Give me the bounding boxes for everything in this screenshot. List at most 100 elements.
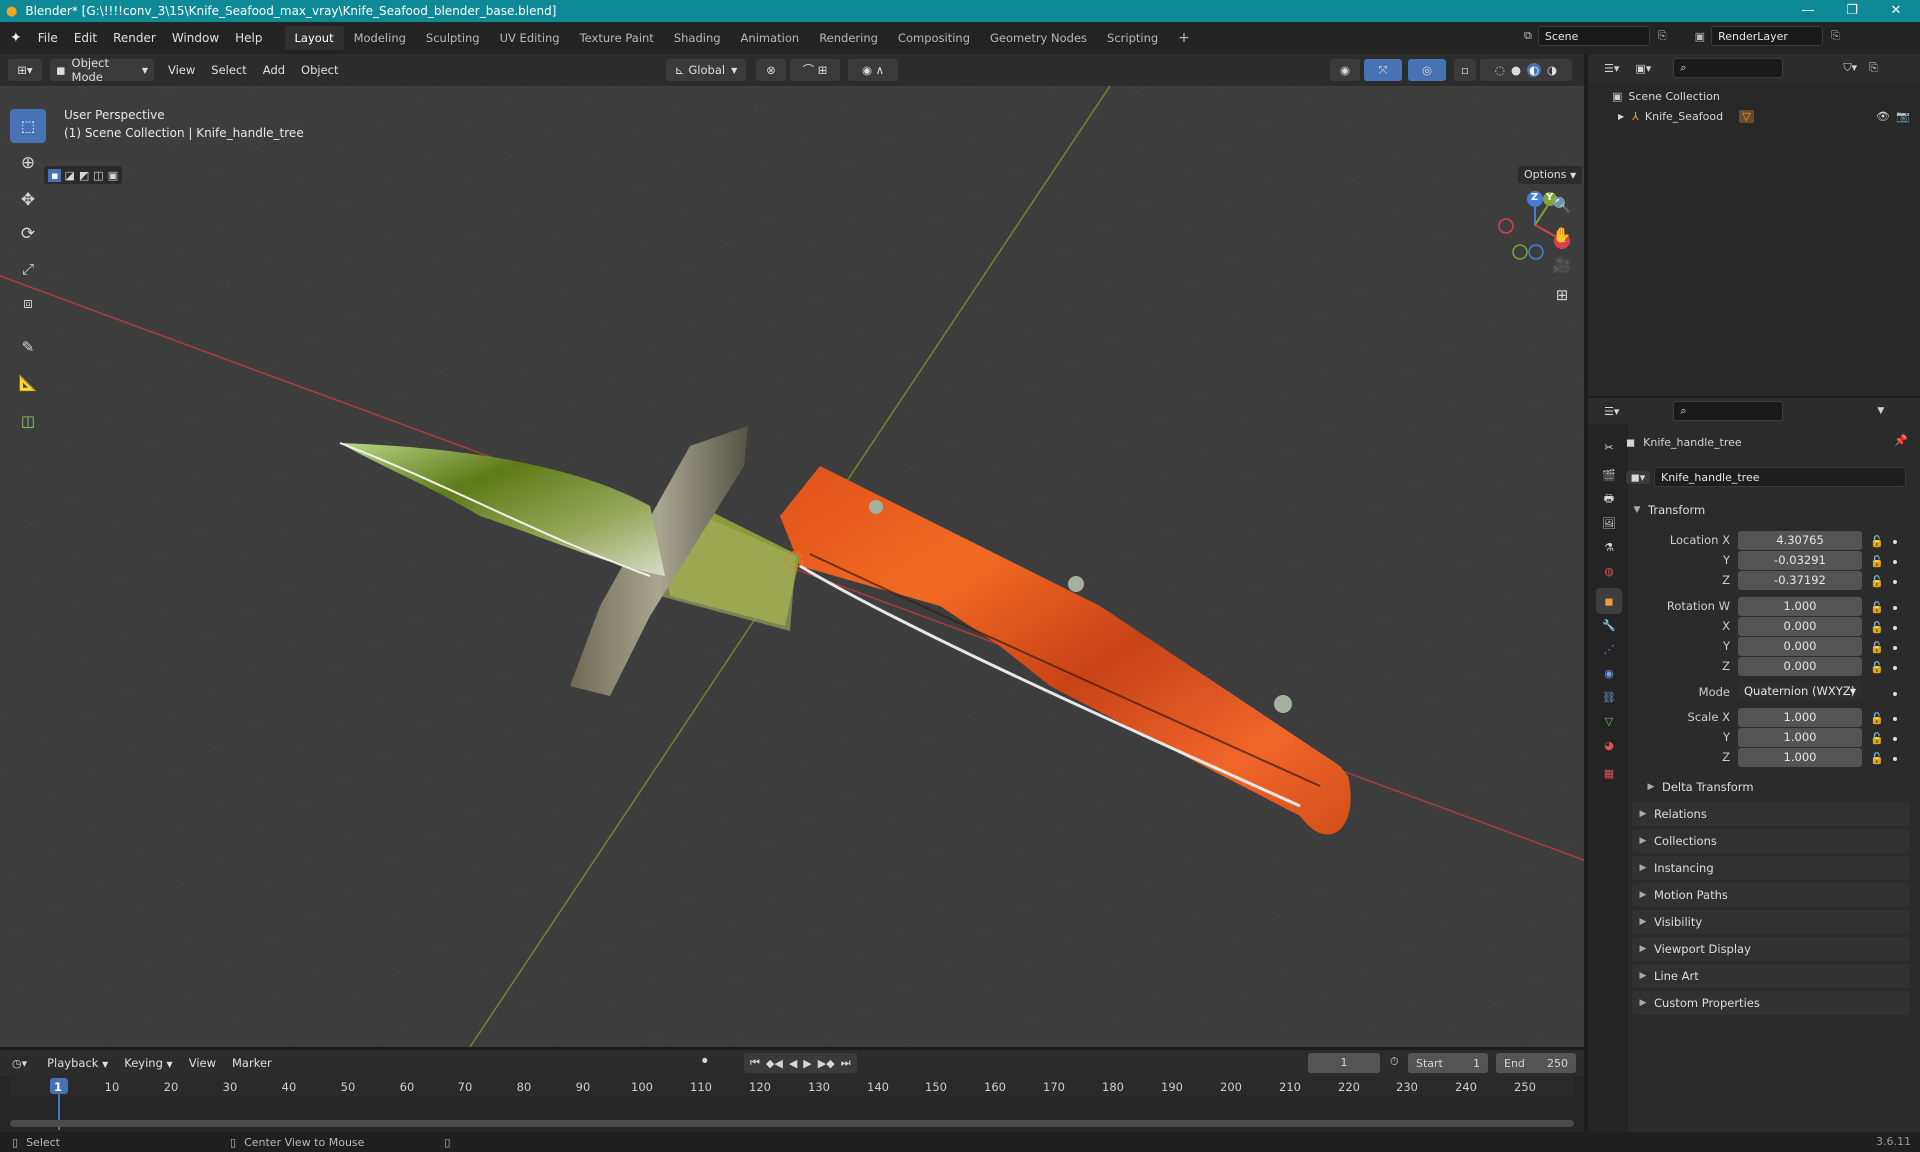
- object-name-input[interactable]: Knife_handle_tree: [1654, 467, 1906, 487]
- location-y-field[interactable]: -0.03291: [1738, 551, 1862, 570]
- pivot-point-button[interactable]: ⊗: [756, 59, 786, 81]
- camera-view-button[interactable]: 🎥: [1548, 251, 1576, 279]
- properties-editor-icon[interactable]: ☰▾: [1604, 405, 1619, 418]
- current-frame-field[interactable]: 1: [1308, 1053, 1380, 1073]
- panel-custom-properties[interactable]: ▶ Custom Properties: [1632, 991, 1910, 1015]
- lock-icon[interactable]: 🔓: [1870, 712, 1884, 725]
- close-button[interactable]: ✕: [1874, 0, 1918, 22]
- start-frame-field[interactable]: Start 1: [1408, 1053, 1488, 1073]
- select-intersect-icon[interactable]: ▣: [108, 169, 118, 182]
- keyframe-dot-icon[interactable]: [1893, 757, 1897, 761]
- object-mode-dropdown[interactable]: ◼ Object Mode ▼: [50, 56, 154, 84]
- outliner-editor-icon[interactable]: ☰▾: [1604, 62, 1619, 75]
- select-subtract-icon[interactable]: ◩: [79, 169, 89, 182]
- jump-start-icon[interactable]: ⏮: [750, 1056, 760, 1070]
- keyframe-dot-icon[interactable]: [1893, 540, 1897, 544]
- outliner-row-scene-collection[interactable]: ▣ Scene Collection: [1588, 86, 1920, 106]
- location-x-field[interactable]: 4.30765: [1738, 531, 1862, 550]
- keyframe-dot-icon[interactable]: [1893, 626, 1897, 630]
- stopwatch-icon[interactable]: ⏱: [1390, 1055, 1399, 1069]
- editor-type-button[interactable]: ⊞▾: [8, 59, 42, 81]
- panel-motion-paths[interactable]: ▶ Motion Paths: [1632, 883, 1910, 907]
- pin-icon[interactable]: 📌: [1894, 434, 1908, 447]
- wireframe-shading-icon[interactable]: ◌: [1495, 63, 1505, 77]
- panel-line-art[interactable]: ▶ Line Art: [1632, 964, 1910, 988]
- new-view-layer-icon[interactable]: ⎘: [1831, 29, 1840, 43]
- properties-search-input[interactable]: ⌕: [1673, 401, 1784, 421]
- minimize-button[interactable]: —: [1786, 0, 1830, 22]
- rendered-shading-icon[interactable]: ◑: [1547, 63, 1557, 77]
- select-new-icon[interactable]: ▪: [48, 168, 62, 182]
- rotation-mode-dropdown[interactable]: Quaternion (WXYZ) ▼: [1738, 682, 1862, 701]
- menu-timeline-view[interactable]: View: [181, 1056, 224, 1070]
- gizmo-toggle-button[interactable]: ⤧: [1364, 59, 1402, 81]
- material-shading-icon[interactable]: ◐: [1527, 63, 1542, 77]
- menu-render[interactable]: Render: [105, 31, 164, 45]
- auto-keying-icon[interactable]: ⏺: [702, 1054, 708, 1068]
- camera-render-icon[interactable]: 📷: [1896, 110, 1910, 123]
- tab-animation[interactable]: Animation: [731, 26, 810, 50]
- display-mode-icon[interactable]: ▣▾: [1635, 62, 1651, 75]
- timeline-editor-icon[interactable]: ◷▾: [12, 1057, 27, 1070]
- tab-output[interactable]: 🖶: [1596, 486, 1622, 512]
- menu-keying[interactable]: Keying ▼: [116, 1056, 180, 1070]
- menu-playback[interactable]: Playback ▼: [39, 1056, 116, 1070]
- maximize-button[interactable]: ❐: [1830, 0, 1874, 22]
- next-keyframe-icon[interactable]: ▶◆: [818, 1057, 835, 1070]
- keyframe-dot-icon[interactable]: [1893, 692, 1897, 696]
- tab-sculpting[interactable]: Sculpting: [416, 26, 490, 50]
- lock-icon[interactable]: 🔓: [1870, 752, 1884, 765]
- rotation-y-field[interactable]: 0.000: [1738, 637, 1862, 656]
- new-scene-icon[interactable]: ⎘: [1658, 29, 1667, 43]
- menu-edit[interactable]: Edit: [66, 31, 105, 45]
- pan-button[interactable]: ✋: [1548, 221, 1576, 249]
- scale-tool[interactable]: ⤢: [10, 252, 46, 286]
- tab-uv-editing[interactable]: UV Editing: [490, 26, 570, 50]
- play-reverse-icon[interactable]: ◀: [789, 1057, 797, 1070]
- tab-render[interactable]: 🎬: [1596, 462, 1622, 488]
- keyframe-dot-icon[interactable]: [1893, 666, 1897, 670]
- panel-visibility[interactable]: ▶ Visibility: [1632, 910, 1910, 934]
- chevron-down-icon[interactable]: ▼: [1877, 406, 1884, 416]
- lock-icon[interactable]: 🔓: [1870, 641, 1884, 654]
- snapping-button[interactable]: ⌒ ⊞: [790, 59, 840, 81]
- lock-icon[interactable]: 🔓: [1870, 535, 1884, 548]
- panel-relations[interactable]: ▶ Relations: [1632, 802, 1910, 826]
- tab-layout[interactable]: Layout: [284, 26, 344, 50]
- expand-chevron-icon[interactable]: ▶: [1618, 112, 1624, 121]
- options-dropdown[interactable]: Options ▼: [1518, 166, 1583, 184]
- keyframe-dot-icon[interactable]: [1893, 737, 1897, 741]
- select-extend-icon[interactable]: ◪: [64, 169, 74, 182]
- timeline-scrollbar[interactable]: [10, 1120, 1574, 1127]
- menu-select[interactable]: Select: [203, 63, 254, 77]
- scale-y-field[interactable]: 1.000: [1738, 728, 1862, 747]
- transform-tool[interactable]: ⧈: [10, 286, 46, 320]
- tab-compositing[interactable]: Compositing: [888, 26, 980, 50]
- play-icon[interactable]: ▶: [803, 1057, 811, 1070]
- keyframe-dot-icon[interactable]: [1893, 646, 1897, 650]
- tab-modeling[interactable]: Modeling: [344, 26, 416, 50]
- lock-icon[interactable]: 🔓: [1870, 621, 1884, 634]
- rotate-tool[interactable]: ⟳: [10, 217, 46, 251]
- selection-mode-buttons[interactable]: ▪ ◪ ◩ ◫ ▣: [44, 166, 123, 184]
- scene-selector[interactable]: Scene: [1537, 26, 1650, 46]
- object-type-icon[interactable]: ◼▾: [1626, 470, 1650, 484]
- menu-marker[interactable]: Marker: [224, 1056, 280, 1070]
- outliner-search-input[interactable]: ⌕: [1673, 58, 1784, 78]
- overlays-toggle-button[interactable]: ◎: [1408, 59, 1446, 81]
- panel-viewport-display[interactable]: ▶ Viewport Display: [1632, 937, 1910, 961]
- scale-z-field[interactable]: 1.000: [1738, 748, 1862, 767]
- transform-panel-header[interactable]: ▼ Transform: [1626, 498, 1910, 522]
- transform-orientation-dropdown[interactable]: ⊾ Global ▼: [666, 59, 746, 81]
- cursor-tool[interactable]: ⊕: [10, 146, 46, 180]
- keyframe-dot-icon[interactable]: [1893, 580, 1897, 584]
- tab-texture-paint[interactable]: Texture Paint: [570, 26, 664, 50]
- move-tool[interactable]: ✥: [10, 183, 46, 217]
- filter-icon[interactable]: ⛉▾: [1843, 61, 1857, 75]
- select-box-tool[interactable]: ⬚: [10, 109, 46, 143]
- tab-scripting[interactable]: Scripting: [1097, 26, 1168, 50]
- lock-icon[interactable]: 🔓: [1870, 661, 1884, 674]
- eye-visibility-icon[interactable]: 👁: [1876, 110, 1890, 123]
- measure-tool[interactable]: 📐: [10, 366, 46, 400]
- prev-keyframe-icon[interactable]: ◆◀: [766, 1057, 783, 1070]
